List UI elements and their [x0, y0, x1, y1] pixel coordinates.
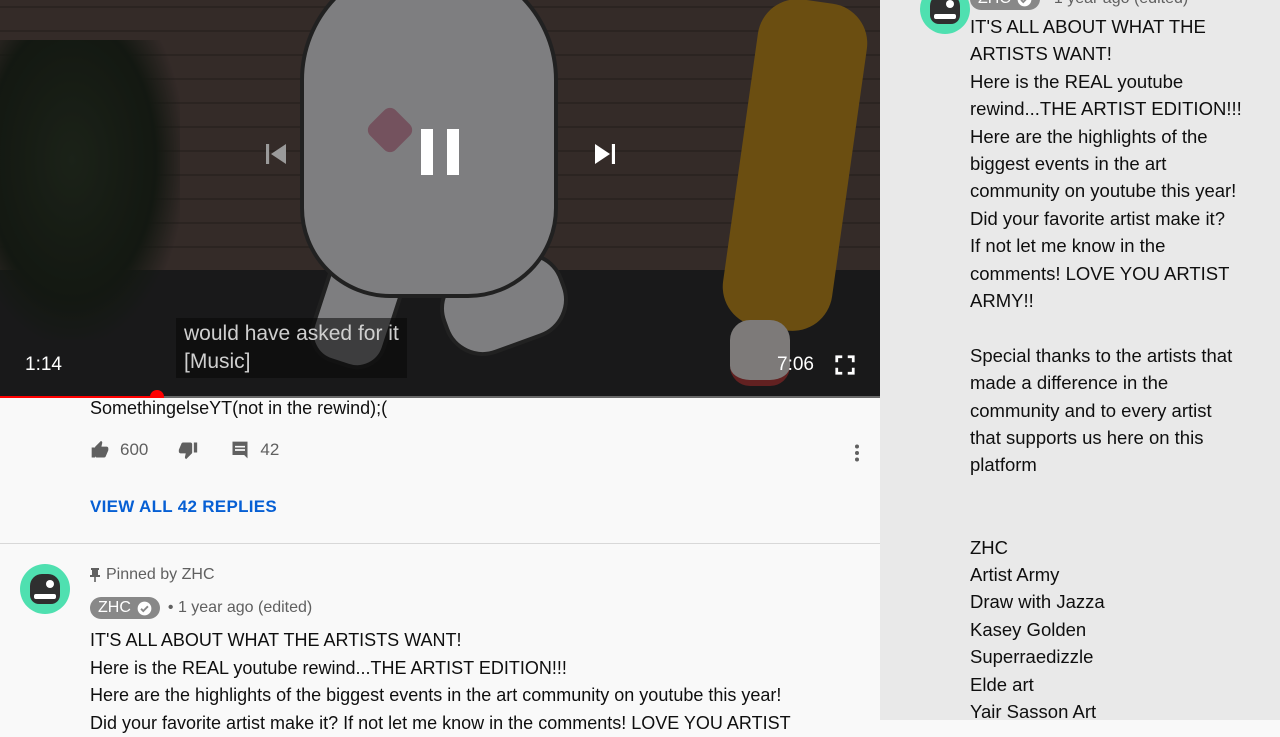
comment-line: Did your favorite artist make it? If not… — [90, 710, 880, 737]
comment-line: Here are the highlights of the biggest e… — [90, 682, 880, 710]
panel-comment-line: ARTISTS WANT! — [970, 40, 1270, 67]
controls-overlay — [0, 0, 880, 398]
fullscreen-icon — [834, 354, 856, 376]
comment-divider — [0, 543, 880, 544]
like-count: 600 — [120, 440, 148, 460]
panel-comment-line: biggest events in the art — [970, 150, 1270, 177]
panel-comment-line: Kasey Golden — [970, 616, 1270, 643]
author-name: ZHC — [978, 0, 1011, 8]
video-player[interactable]: would have asked for it [Music] 1:14 7:0… — [0, 0, 880, 398]
panel-comment-line: If not let me know in the — [970, 232, 1270, 259]
pause-button[interactable] — [410, 122, 470, 182]
author-badge[interactable]: ZHC — [970, 0, 1040, 10]
panel-comment-line: Here are the highlights of the — [970, 123, 1270, 150]
thumbs-up-icon — [90, 440, 110, 460]
panel-comment-line — [970, 314, 1270, 341]
panel-comment-line: Yair Sasson Art — [970, 698, 1270, 720]
panel-comment-header: ZHC 1 year ago (edited) — [970, 0, 1188, 10]
panel-comment-line: community and to every artist — [970, 397, 1270, 424]
panel-comment-line: Draw with Jazza — [970, 588, 1270, 615]
author-name: ZHC — [98, 599, 131, 617]
comment-meta: • 1 year ago (edited) — [168, 599, 312, 617]
panel-comment-line: Did your favorite artist make it? — [970, 205, 1270, 232]
skip-previous-icon — [261, 139, 291, 169]
panel-comment-line: Here is the REAL youtube — [970, 68, 1270, 95]
panel-comment-line: Special thanks to the artists that — [970, 342, 1270, 369]
verified-icon — [1017, 0, 1032, 7]
verified-icon — [137, 601, 152, 616]
pin-icon — [90, 568, 100, 582]
like-button[interactable]: 600 — [90, 440, 148, 460]
panel-comment-line: comments! LOVE YOU ARTIST — [970, 260, 1270, 287]
avatar[interactable] — [920, 0, 970, 34]
current-time: 1:14 — [25, 354, 62, 376]
progress-scrubber[interactable] — [150, 390, 164, 398]
view-replies-button[interactable]: VIEW ALL 42 REPLIES — [90, 497, 277, 517]
reply-count: 42 — [260, 440, 279, 460]
panel-comment-line — [970, 506, 1270, 533]
panel-comment-line — [970, 479, 1270, 506]
caption-line: would have asked for it — [184, 320, 399, 348]
comment-body: IT'S ALL ABOUT WHAT THE ARTISTS WANT! He… — [90, 627, 880, 737]
more-vert-icon — [854, 444, 860, 462]
comment-line: Here is the REAL youtube rewind...THE AR… — [90, 655, 880, 683]
pinned-label: Pinned by ZHC — [90, 566, 215, 584]
panel-comment-line: Elde art — [970, 671, 1270, 698]
author-badge[interactable]: ZHC — [90, 597, 160, 619]
comment-detail-panel: ZHC 1 year ago (edited) IT'S ALL ABOUT W… — [880, 0, 1280, 720]
total-time: 7:06 — [777, 354, 814, 376]
panel-comment-line: that supports us here on this — [970, 424, 1270, 451]
comment-line: IT'S ALL ABOUT WHAT THE ARTISTS WANT! — [90, 627, 880, 655]
comment-actions: 600 42 — [90, 440, 279, 460]
skip-next-icon — [590, 139, 620, 169]
panel-comment-line: made a difference in the — [970, 369, 1270, 396]
avatar[interactable] — [20, 564, 70, 614]
skip-previous-button[interactable] — [254, 132, 298, 176]
comment-text: SomethingelseYT(not in the rewind);( — [90, 398, 387, 419]
panel-comment-line: IT'S ALL ABOUT WHAT THE — [970, 13, 1270, 40]
caption-line: [Music] — [184, 348, 399, 376]
reply-button[interactable]: 42 — [230, 440, 279, 460]
panel-comment-text: IT'S ALL ABOUT WHAT THEARTISTS WANT!Here… — [970, 13, 1270, 720]
fullscreen-button[interactable] — [832, 352, 858, 378]
panel-comment-line: Artist Army — [970, 561, 1270, 588]
panel-comment-line: Superraedizzle — [970, 643, 1270, 670]
comment-icon — [230, 440, 250, 460]
panel-comment-line: ARMY!! — [970, 287, 1270, 314]
thumbs-down-icon — [178, 440, 198, 460]
pause-icon — [417, 127, 463, 177]
comment-meta: 1 year ago (edited) — [1054, 0, 1188, 8]
panel-comment-line: community on youtube this year! — [970, 177, 1270, 204]
captions: would have asked for it [Music] — [176, 318, 407, 378]
panel-comment-line: platform — [970, 451, 1270, 478]
pinned-text: Pinned by ZHC — [106, 566, 215, 584]
panel-comment-line: ZHC — [970, 534, 1270, 561]
dislike-button[interactable] — [178, 440, 198, 460]
comment-header: ZHC • 1 year ago (edited) — [90, 597, 312, 619]
more-options-button[interactable] — [848, 443, 866, 463]
skip-next-button[interactable] — [583, 132, 627, 176]
panel-comment-line: rewind...THE ARTIST EDITION!!! — [970, 95, 1270, 122]
